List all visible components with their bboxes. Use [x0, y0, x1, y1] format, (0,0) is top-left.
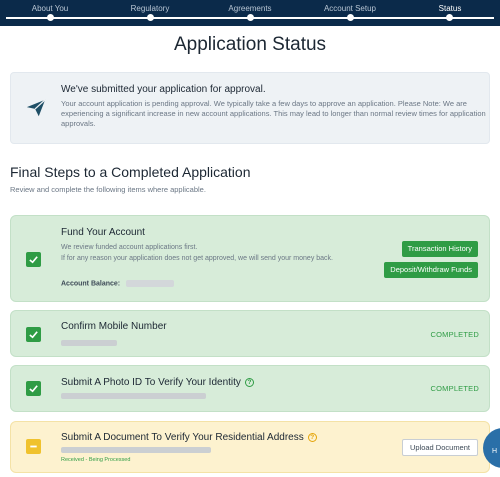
- notice-title: We've submitted your application for app…: [61, 84, 266, 95]
- redacted-value: [61, 447, 211, 453]
- status-completed: COMPLETED: [430, 330, 479, 339]
- checkbox-checked-icon: [26, 327, 41, 342]
- section-subtitle: Review and complete the following items …: [10, 185, 206, 194]
- step-dot: [147, 14, 154, 21]
- help-chat-label: H: [492, 448, 498, 455]
- deposit-withdraw-button[interactable]: Deposit/Withdraw Funds: [384, 262, 478, 278]
- card-desc: We review funded account applications fi…: [61, 244, 198, 251]
- card-fund-account: Fund Your Account We review funded accou…: [10, 215, 490, 302]
- checkbox-checked-icon: [26, 381, 41, 396]
- card-title-row: Submit A Photo ID To Verify Your Identit…: [61, 377, 254, 388]
- upload-document-button[interactable]: Upload Document: [401, 439, 478, 456]
- step-dot: [347, 14, 354, 21]
- account-balance: Account Balance:: [61, 280, 175, 288]
- card-photo-id: Submit A Photo ID To Verify Your Identit…: [10, 365, 490, 412]
- redacted-value: [126, 280, 175, 287]
- redacted-value: [61, 393, 206, 399]
- checkbox-pending-icon: [26, 439, 41, 454]
- section-title: Final Steps to a Completed Application: [10, 164, 251, 180]
- paper-plane-icon: [25, 97, 47, 119]
- card-title: Submit A Photo ID To Verify Your Identit…: [61, 377, 241, 388]
- card-title: Confirm Mobile Number: [61, 321, 167, 332]
- submission-notice: We've submitted your application for app…: [10, 72, 490, 144]
- transaction-history-button[interactable]: Transaction History: [401, 241, 478, 257]
- step-dot: [47, 14, 54, 21]
- card-confirm-mobile: Confirm Mobile Number COMPLETED: [10, 310, 490, 357]
- account-balance-label: Account Balance:: [61, 280, 121, 288]
- card-title-row: Submit A Document To Verify Your Residen…: [61, 432, 317, 443]
- status-received: Received - Being Processed: [61, 457, 131, 463]
- status-completed: COMPLETED: [430, 384, 479, 393]
- card-title: Submit A Document To Verify Your Residen…: [61, 432, 304, 443]
- checkbox-checked-icon: [26, 252, 41, 267]
- help-question-icon[interactable]: ?: [244, 378, 254, 387]
- help-question-icon[interactable]: ?: [307, 433, 317, 442]
- step-dot: [247, 14, 254, 21]
- progress-stepper: About You Regulatory Agreements Account …: [0, 0, 500, 26]
- page-title: Application Status: [173, 34, 327, 55]
- step-dot: [446, 14, 453, 21]
- notice-body: Your account application is pending appr…: [61, 99, 486, 128]
- card-desc: If for any reason your application does …: [61, 255, 333, 262]
- redacted-value: [61, 340, 117, 346]
- card-title: Fund Your Account: [61, 227, 145, 238]
- card-residential-address: Submit A Document To Verify Your Residen…: [10, 421, 490, 473]
